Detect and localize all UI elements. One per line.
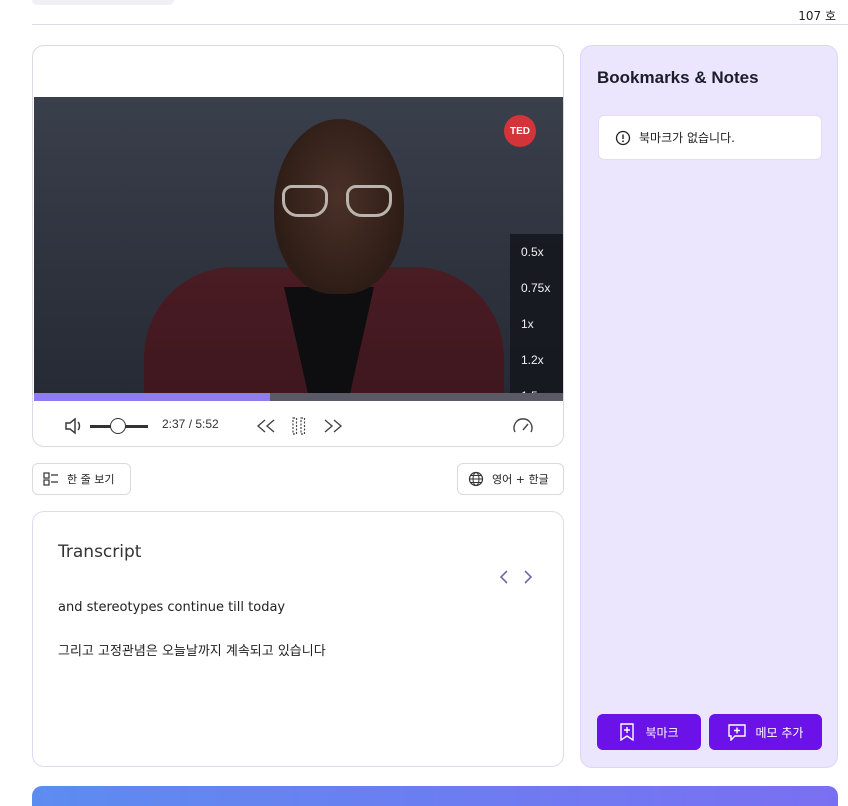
bookmarks-notes-title: Bookmarks & Notes (597, 68, 759, 87)
empty-bookmarks-message: 북마크가 없습니다. (598, 115, 822, 160)
player-controls: 2:37 / 5:52 (34, 406, 563, 446)
speed-gauge-icon[interactable] (512, 416, 534, 436)
video-frame[interactable]: TED 0.5x 0.75x 1x 1.2x 1.5x (34, 97, 563, 399)
top-divider (32, 24, 848, 25)
progress-bar[interactable] (34, 393, 563, 401)
transcript-panel: Transcript and stereotypes continue till… (32, 511, 564, 767)
chevron-right-icon[interactable] (523, 570, 533, 584)
transcript-english-line: and stereotypes continue till today (58, 600, 286, 615)
speed-option-1.2x[interactable]: 1.2x (510, 342, 563, 378)
time-display: 2:37 / 5:52 (162, 417, 219, 431)
empty-bookmarks-text: 북마크가 없습니다. (639, 131, 735, 145)
add-memo-button-label: 메모 추가 (755, 725, 804, 740)
bookmark-button-label: 북마크 (645, 725, 679, 740)
volume-knob[interactable] (110, 418, 126, 434)
transcript-nav (499, 570, 533, 584)
pause-icon[interactable] (290, 416, 308, 436)
transcript-title: Transcript (58, 542, 142, 562)
speed-option-0.75x[interactable]: 0.75x (510, 270, 563, 306)
bookmark-add-icon (620, 723, 635, 741)
speed-menu: 0.5x 0.75x 1x 1.2x 1.5x (510, 234, 563, 399)
speed-option-1x[interactable]: 1x (510, 306, 563, 342)
info-circle-icon (615, 130, 631, 145)
speed-option-0.5x[interactable]: 0.5x (510, 234, 563, 270)
bookmarks-notes-panel: Bookmarks & Notes 북마크가 없습니다. 북마크 메모 추가 (580, 45, 838, 768)
progress-fill (34, 393, 270, 401)
episode-label: 107 호 (798, 9, 836, 23)
speaker-glasses (282, 185, 392, 219)
ted-logo: TED (504, 115, 536, 147)
forward-icon[interactable] (321, 418, 345, 434)
top-bar: 107 호 (0, 0, 848, 25)
add-memo-button[interactable]: 메모 추가 (709, 714, 822, 750)
single-line-view-button[interactable]: 한 줄 보기 (32, 463, 131, 495)
chevron-left-icon[interactable] (499, 570, 509, 584)
globe-icon (468, 471, 484, 487)
language-toggle-button[interactable]: 영어 + 한글 (457, 463, 564, 495)
bottom-banner[interactable] (32, 786, 838, 806)
list-view-icon (43, 472, 58, 486)
video-player: TED 0.5x 0.75x 1x 1.2x 1.5x 2:37 / 5:52 (32, 45, 564, 447)
rewind-icon[interactable] (254, 418, 278, 434)
top-tab-stub[interactable] (32, 0, 174, 5)
transcript-korean-line: 그리고 고정관념은 오늘날까지 계속되고 있습니다 (58, 644, 326, 659)
memo-add-icon (727, 723, 746, 741)
volume-icon[interactable] (64, 417, 84, 435)
language-toggle-label: 영어 + 한글 (492, 473, 549, 486)
single-line-view-label: 한 줄 보기 (67, 473, 115, 486)
bookmark-button[interactable]: 북마크 (597, 714, 701, 750)
